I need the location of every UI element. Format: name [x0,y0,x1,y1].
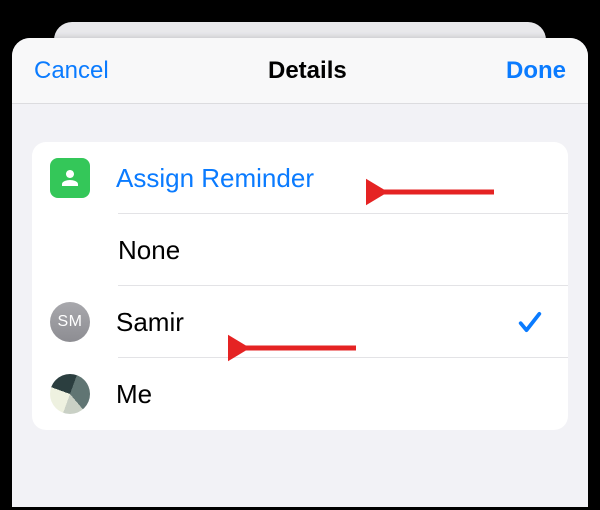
page-title: Details [268,57,347,85]
assign-reminder-label: Assign Reminder [116,163,550,194]
option-label: Me [116,379,550,410]
option-label: Samir [116,307,516,338]
avatar-initials: SM [50,302,90,342]
option-none[interactable]: None [32,214,568,286]
nav-bar: Cancel Details Done [12,38,588,104]
assign-reminder-header[interactable]: Assign Reminder [32,142,568,214]
option-label: None [118,235,550,266]
assign-card: Assign Reminder None SM Samir Me [32,142,568,430]
person-icon [50,158,90,198]
option-samir[interactable]: SM Samir [32,286,568,358]
modal-sheet: Cancel Details Done Assign Reminder None… [12,38,588,508]
done-button[interactable]: Done [506,57,566,85]
option-me[interactable]: Me [32,358,568,430]
avatar-photo [50,374,90,414]
cancel-button[interactable]: Cancel [34,57,109,85]
checkmark-icon [516,308,544,336]
content-area: Assign Reminder None SM Samir Me [12,104,588,430]
